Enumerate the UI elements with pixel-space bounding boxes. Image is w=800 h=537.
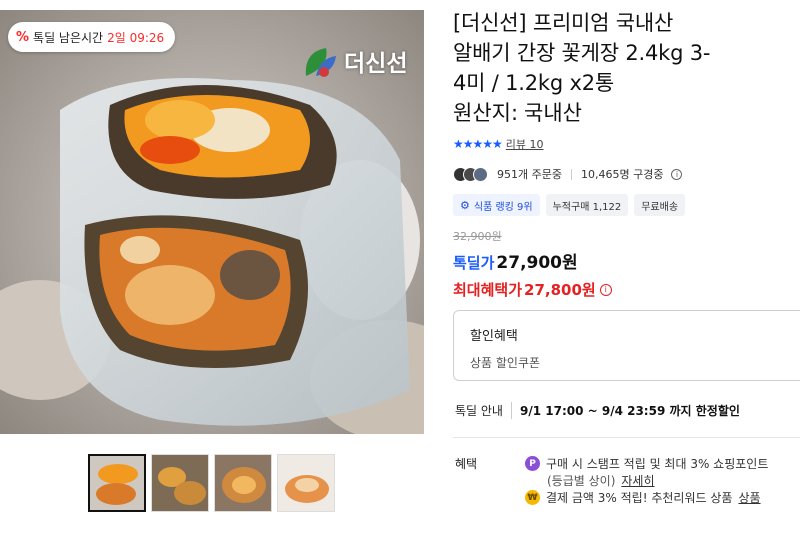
thumbnail-image xyxy=(278,455,334,511)
thumbnail-image xyxy=(215,455,271,511)
avatar xyxy=(473,166,488,182)
cumulative-purchase-chip: 누적구매 1,122 xyxy=(545,194,629,216)
tdeal-price-value: 27,900원 xyxy=(496,253,578,273)
rating-stars-icon: ★★★★★ xyxy=(453,137,503,151)
stamp-benefit-sub: (등급별 상이) 자세히 xyxy=(525,472,800,489)
tdeal-info-label: 톡딜 안내 xyxy=(455,404,503,418)
rating-row: ★★★★★ 리뷰 10 xyxy=(453,136,800,152)
stamp-benefit: P 구매 시 스탬프 적립 및 최대 3% 쇼핑포인트 xyxy=(525,455,800,472)
tdeal-period: 9/1 17:00 ~ 9/4 23:59 까지 한정할인 xyxy=(510,402,740,419)
point-coin-icon: P xyxy=(525,456,540,471)
percent-icon: % xyxy=(16,29,30,45)
origin-label: 원산지: xyxy=(453,101,519,125)
tdeal-info-row: 톡딜 안내 9/1 17:00 ~ 9/4 23:59 까지 한정할인 xyxy=(455,402,740,419)
info-icon[interactable]: i xyxy=(671,168,683,180)
divider xyxy=(570,168,572,180)
tdeal-price-label: 톡딜가 xyxy=(453,254,495,272)
ranking-chip[interactable]: ⚙ 식품 랭킹 9위 xyxy=(453,194,540,216)
order-count: 951개 주문중 xyxy=(497,168,562,181)
free-shipping-chip: 무료배송 xyxy=(634,194,686,216)
thumbnail-image xyxy=(152,455,208,511)
gear-icon: ⚙ xyxy=(460,198,470,212)
timer-label: 톡딜 남은시간 xyxy=(33,30,104,45)
benefit-label: 혜택 xyxy=(455,457,478,471)
ranking-chip-label: 식품 랭킹 9위 xyxy=(473,201,533,213)
product-title: [더신선] 프리미엄 국내산 알배기 간장 꽃게장 2.4kg 3- 4미 / … xyxy=(453,11,711,95)
max-benefit-label: 최대혜택가 xyxy=(453,281,523,299)
discount-benefit-box[interactable]: 할인혜택 상품 할인쿠폰 xyxy=(453,310,800,381)
stamp-benefit-text: 구매 시 스탬프 적립 및 최대 3% 쇼핑포인트 xyxy=(546,457,769,471)
brand-logo: 더신선 xyxy=(300,42,407,80)
thumbnail-3[interactable] xyxy=(214,454,272,512)
details-link[interactable]: 자세히 xyxy=(621,472,654,489)
product-chips: ⚙ 식품 랭킹 9위 누적구매 1,122 무료배송 xyxy=(453,194,800,216)
origin-value: 국내산 xyxy=(524,101,583,125)
thumbnail-4[interactable] xyxy=(277,454,335,512)
leaf-logo-icon xyxy=(305,48,336,77)
reward-benefit: ₩ 결제 금액 3% 적립! 추천리워드 상품 상품 xyxy=(525,489,800,506)
activity-stats: 951개 주문중 10,465명 구경중 i xyxy=(453,164,800,184)
timer-value: 2일 09:26 xyxy=(107,30,165,45)
viewer-count: 10,465명 구경중 xyxy=(580,168,664,181)
product-info: [더신선] 프리미엄 국내산 알배기 간장 꽃게장 2.4kg 3- 4미 / … xyxy=(453,8,800,300)
thumbnail-image xyxy=(90,456,144,510)
won-coin-icon: ₩ xyxy=(525,490,540,505)
thumbnail-strip xyxy=(88,454,335,512)
brand-name: 더신선 xyxy=(344,51,408,77)
thumbnail-1[interactable] xyxy=(88,454,146,512)
thumbnail-2[interactable] xyxy=(151,454,209,512)
max-benefit-value: 27,800원 xyxy=(524,281,596,299)
time-remaining-badge: % 톡딜 남은시간 2일 09:26 xyxy=(8,22,176,52)
max-benefit-price-row: 최대혜택가 27,800원 i xyxy=(453,279,800,300)
reward-benefit-text: 결제 금액 3% 적립! 추천리워드 상품 xyxy=(546,491,733,505)
origin-row: 원산지: 국내산 xyxy=(453,98,800,128)
discount-title: 할인혜택 xyxy=(470,329,518,344)
product-main-image[interactable]: % 톡딜 남은시간 2일 09:26 더신선 xyxy=(0,10,424,434)
original-price: 32,900원 xyxy=(453,230,502,243)
divider xyxy=(453,437,800,438)
tdeal-price-row: 톡딜가 27,900원 xyxy=(453,248,800,273)
discount-coupon: 상품 할인쿠폰 xyxy=(470,356,541,370)
buyer-avatars xyxy=(453,166,488,182)
grade-note: (등급별 상이) xyxy=(547,474,616,488)
benefit-lines: P 구매 시 스탬프 적립 및 최대 3% 쇼핑포인트 (등급별 상이) 자세히… xyxy=(525,455,800,506)
review-link[interactable]: 리뷰 10 xyxy=(506,136,544,152)
reward-product-link[interactable]: 상품 xyxy=(738,489,760,506)
info-icon[interactable]: i xyxy=(599,283,612,296)
